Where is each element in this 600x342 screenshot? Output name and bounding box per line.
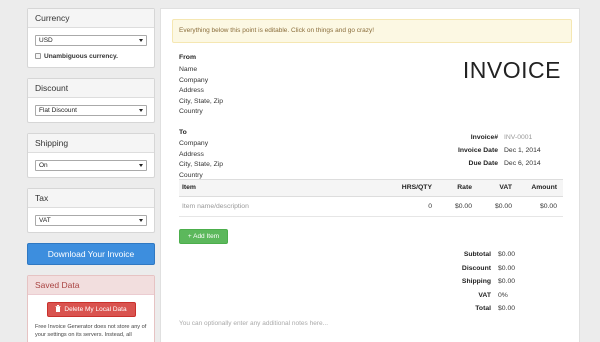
discount-heading: Discount bbox=[28, 79, 154, 98]
from-address: From Name Company Address City, State, Z… bbox=[179, 54, 223, 118]
shipping-value[interactable]: $0.00 bbox=[498, 275, 515, 289]
shipping-row: Shipping $0.00 bbox=[448, 275, 558, 289]
invoice-date-label: Invoice Date bbox=[457, 147, 498, 154]
saved-data-heading: Saved Data bbox=[28, 276, 154, 295]
sidebar: Currency USD Unambiguous currency. Disco… bbox=[27, 8, 155, 342]
item-amount-value: $0.00 bbox=[539, 203, 557, 210]
header-rate: Rate bbox=[457, 184, 472, 191]
header-amount: Amount bbox=[531, 184, 557, 191]
from-company[interactable]: Company bbox=[179, 76, 223, 87]
vat-value[interactable]: 0% bbox=[498, 289, 508, 303]
discount-select-value: Flat Discount bbox=[39, 107, 77, 114]
invoice-number-row: Invoice# INV-0001 bbox=[442, 131, 562, 144]
subtotal-row: Subtotal $0.00 bbox=[448, 248, 558, 262]
item-rate-input[interactable]: $0.00 bbox=[432, 197, 472, 216]
discount-panel: Discount Flat Discount bbox=[27, 78, 155, 123]
total-label: Total bbox=[475, 305, 491, 312]
from-city-state-zip[interactable]: City, State, Zip bbox=[179, 97, 223, 108]
currency-panel: Currency USD Unambiguous currency. bbox=[27, 8, 155, 68]
saved-data-panel: Saved Data Delete My Local Data Free Inv… bbox=[27, 275, 155, 342]
discount-select[interactable]: Flat Discount bbox=[35, 105, 147, 116]
shipping-label: Shipping bbox=[461, 278, 491, 285]
item-qty-input[interactable]: 0 bbox=[379, 197, 432, 216]
vat-row: VAT 0% bbox=[448, 289, 558, 303]
currency-select[interactable]: USD bbox=[35, 35, 147, 46]
download-invoice-button[interactable]: Download Your Invoice bbox=[27, 243, 155, 265]
discount-label: Discount bbox=[461, 264, 491, 272]
header-item: Item bbox=[182, 184, 196, 191]
from-label: From bbox=[179, 54, 196, 61]
delete-local-data-label: Delete My Local Data bbox=[64, 306, 127, 313]
unambiguous-currency-option[interactable]: Unambiguous currency. bbox=[35, 51, 147, 61]
due-date-field[interactable]: Dec 6, 2014 bbox=[504, 157, 541, 170]
tax-select[interactable]: VAT bbox=[35, 215, 147, 226]
add-item-button[interactable]: + Add Item bbox=[179, 229, 228, 244]
table-row: Item name/description 0 $0.00 $0.00 $0.0… bbox=[179, 197, 563, 217]
unambiguous-currency-checkbox[interactable] bbox=[35, 53, 41, 59]
invoice-date-row: Invoice Date Dec 1, 2014 bbox=[442, 144, 562, 157]
delete-local-data-button[interactable]: Delete My Local Data bbox=[46, 302, 136, 317]
currency-heading: Currency bbox=[28, 9, 154, 28]
subtotal-label: Subtotal bbox=[463, 251, 491, 258]
tax-select-value: VAT bbox=[39, 217, 51, 224]
trash-icon bbox=[55, 305, 61, 314]
items-table-header: Item HRS/QTY Rate VAT Amount bbox=[179, 179, 563, 197]
total-row: Total $0.00 bbox=[448, 302, 558, 316]
to-address-line[interactable]: Address bbox=[179, 150, 223, 161]
invoice-title[interactable]: INVOICE bbox=[463, 57, 561, 84]
saved-data-note: Free Invoice Generator does not store an… bbox=[35, 324, 147, 338]
shipping-select-value: On bbox=[39, 162, 48, 169]
shipping-select[interactable]: On bbox=[35, 160, 147, 171]
to-city-state-zip[interactable]: City, State, Zip bbox=[179, 160, 223, 171]
due-date-row: Due Date Dec 6, 2014 bbox=[442, 157, 562, 170]
item-description-input[interactable]: Item name/description bbox=[179, 197, 379, 216]
invoice-number-label: Invoice# bbox=[470, 134, 498, 141]
caret-down-icon bbox=[139, 109, 143, 112]
caret-down-icon bbox=[139, 219, 143, 222]
vat-label: VAT bbox=[478, 291, 491, 299]
from-name[interactable]: Name bbox=[179, 65, 223, 76]
caret-down-icon bbox=[139, 39, 143, 42]
tax-panel: Tax VAT bbox=[27, 188, 155, 233]
invoice-number-field[interactable]: INV-0001 bbox=[504, 131, 532, 144]
discount-row: Discount $0.00 bbox=[448, 262, 558, 276]
due-date-label: Due Date bbox=[468, 160, 498, 167]
header-vat: VAT bbox=[499, 184, 512, 191]
from-country[interactable]: Country bbox=[179, 107, 223, 118]
to-company[interactable]: Company bbox=[179, 139, 223, 150]
currency-select-value: USD bbox=[39, 37, 53, 44]
from-address-line[interactable]: Address bbox=[179, 86, 223, 97]
item-vat-value: $0.00 bbox=[494, 203, 512, 210]
editable-alert: Everything below this point is editable.… bbox=[172, 19, 572, 43]
shipping-heading: Shipping bbox=[28, 134, 154, 153]
items-table: Item HRS/QTY Rate VAT Amount Item name/d… bbox=[179, 179, 563, 217]
subtotal-value: $0.00 bbox=[498, 251, 516, 258]
totals-block: Subtotal $0.00 Discount $0.00 Shipping $… bbox=[448, 248, 558, 316]
to-label: To bbox=[179, 129, 187, 136]
to-address: To Company Address City, State, Zip Coun… bbox=[179, 129, 223, 181]
discount-value[interactable]: $0.00 bbox=[498, 262, 515, 276]
invoice-meta: Invoice# INV-0001 Invoice Date Dec 1, 20… bbox=[442, 131, 562, 170]
unambiguous-currency-label: Unambiguous currency. bbox=[44, 52, 118, 60]
shipping-panel: Shipping On bbox=[27, 133, 155, 178]
invoice-sheet: Everything below this point is editable.… bbox=[160, 8, 580, 342]
header-hrs-qty: HRS/QTY bbox=[401, 184, 432, 191]
caret-down-icon bbox=[139, 164, 143, 167]
notes-input[interactable]: You can optionally enter any additional … bbox=[179, 320, 328, 327]
invoice-date-field[interactable]: Dec 1, 2014 bbox=[504, 144, 541, 157]
total-value: $0.00 bbox=[498, 305, 516, 312]
tax-heading: Tax bbox=[28, 189, 154, 208]
